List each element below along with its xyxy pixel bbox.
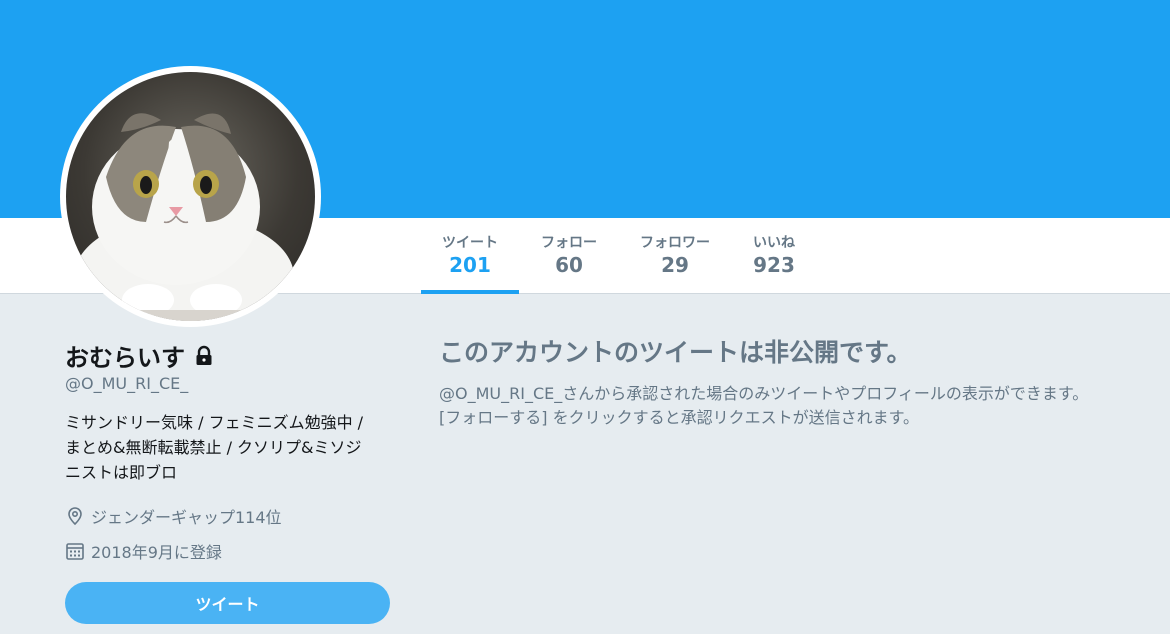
bio-line: まとめ&無断転載禁止 / クソリプ&ミソジ bbox=[65, 438, 362, 457]
profile-handle[interactable]: @O_MU_RI_CE_ bbox=[65, 374, 188, 393]
stat-followers-value: 29 bbox=[661, 253, 689, 277]
stat-followers-label: フォロワー bbox=[640, 235, 710, 251]
stat-likes[interactable]: いいね 923 bbox=[731, 218, 817, 294]
profile-joined: 2018年9月に登録 bbox=[65, 539, 222, 563]
bio-line: ミサンドリー気味 / フェミニズム勉強中 / bbox=[65, 413, 364, 432]
lock-icon bbox=[193, 345, 215, 367]
profile-location: ジェンダーギャップ114位 bbox=[65, 504, 282, 528]
stat-tweets-value: 201 bbox=[449, 253, 491, 277]
stat-likes-value: 923 bbox=[753, 253, 795, 277]
avatar[interactable] bbox=[60, 66, 321, 327]
joined-text: 2018年9月に登録 bbox=[91, 543, 222, 562]
stat-likes-label: いいね bbox=[753, 235, 795, 251]
profile-stats: ツイート 201 フォロー 60 フォロワー 29 いいね 923 bbox=[421, 218, 817, 294]
protected-notice-title: このアカウントのツイートは非公開です。 bbox=[439, 338, 912, 367]
profile-name-row: おむらいす bbox=[65, 338, 215, 373]
display-name: おむらいす bbox=[65, 344, 185, 372]
stat-followers[interactable]: フォロワー 29 bbox=[619, 218, 731, 294]
location-pin-icon bbox=[65, 506, 85, 526]
stat-following-label: フォロー bbox=[541, 235, 597, 251]
tweet-button[interactable]: ツイート bbox=[65, 582, 390, 624]
stat-following[interactable]: フォロー 60 bbox=[519, 218, 619, 294]
bio-line: ニストは即ブロ bbox=[65, 463, 178, 482]
protected-notice-line: @O_MU_RI_CE_さんから承認された場合のみツイートやプロフィールの表示が… bbox=[439, 384, 1089, 403]
stat-tweets[interactable]: ツイート 201 bbox=[421, 218, 519, 294]
profile-bio: ミサンドリー気味 / フェミニズム勉強中 / まとめ&無断転載禁止 / クソリプ… bbox=[65, 410, 395, 485]
protected-notice-line: [フォローする] をクリックすると承認リクエストが送信されます。 bbox=[439, 408, 919, 427]
protected-notice-description: @O_MU_RI_CE_さんから承認された場合のみツイートやプロフィールの表示が… bbox=[439, 382, 1164, 430]
stat-tweets-label: ツイート bbox=[442, 235, 498, 251]
calendar-icon bbox=[65, 541, 85, 561]
stat-following-value: 60 bbox=[555, 253, 583, 277]
avatar-image bbox=[66, 72, 315, 321]
location-text: ジェンダーギャップ114位 bbox=[91, 508, 282, 527]
